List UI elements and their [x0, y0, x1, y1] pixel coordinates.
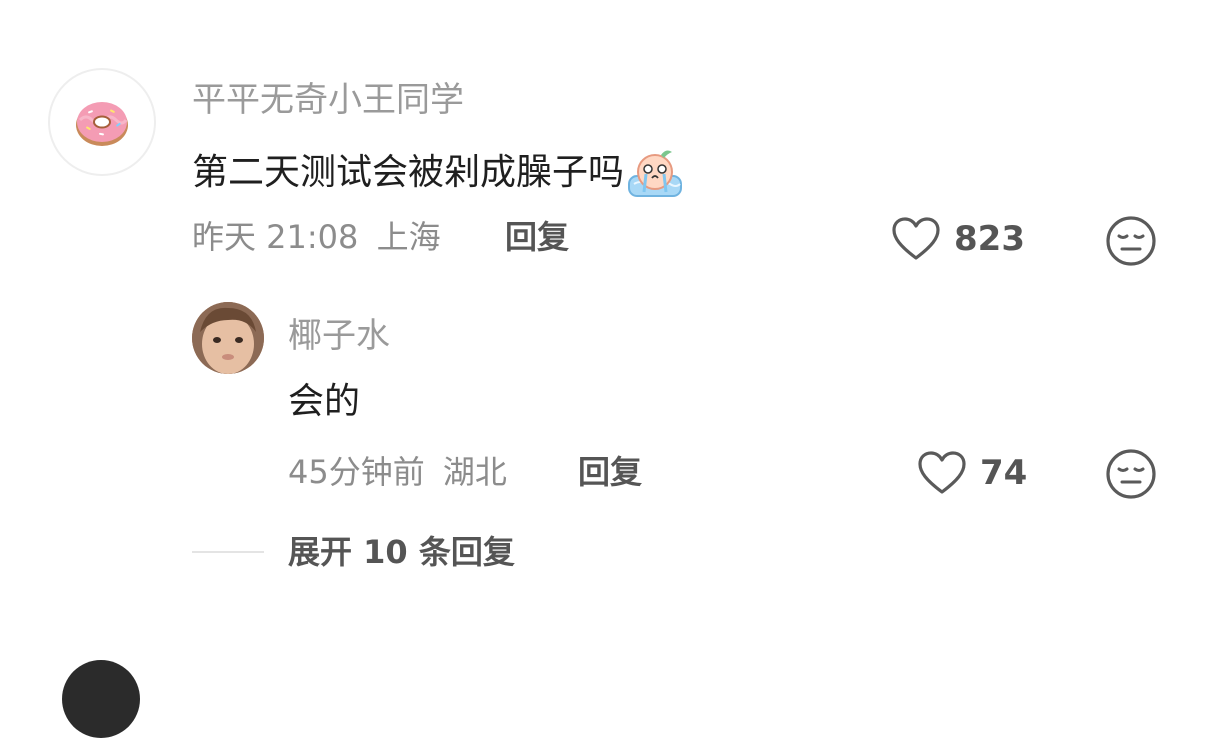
- expand-divider: [192, 551, 264, 553]
- meh-face-icon: [1106, 216, 1156, 266]
- comment-meta: 昨天 21:08 上海: [192, 217, 441, 257]
- reply-avatar[interactable]: [192, 302, 264, 374]
- next-comment-avatar[interactable]: [62, 660, 140, 738]
- like-button[interactable]: 823: [890, 216, 1025, 262]
- child-face-avatar: [192, 302, 264, 374]
- avatar[interactable]: [48, 68, 156, 176]
- comment-text: 第二天测试会被剁成臊子吗: [192, 152, 625, 193]
- expand-replies-button[interactable]: 展开 10 条回复: [288, 532, 515, 572]
- heart-outline-icon: [918, 451, 966, 494]
- reply-like-count: 74: [980, 453, 1028, 493]
- dislike-button[interactable]: [1105, 215, 1157, 271]
- reply-text: 会的: [288, 381, 361, 422]
- comment-time: 昨天 21:08: [192, 218, 359, 256]
- reply-location: 湖北: [442, 453, 507, 491]
- reply-like-button[interactable]: 74: [916, 450, 1027, 496]
- heart-outline-icon: [892, 217, 940, 260]
- reply-meta: 45分钟前 湖北: [288, 452, 507, 492]
- reply-reply-button[interactable]: 回复: [578, 452, 642, 492]
- comment-location: 上海: [376, 218, 441, 256]
- reply-time: 45分钟前: [288, 453, 425, 491]
- reply-button[interactable]: 回复: [505, 217, 569, 257]
- like-count: 823: [954, 219, 1025, 259]
- crying-emoji-icon: [628, 150, 683, 197]
- reply-dislike-button[interactable]: [1105, 448, 1157, 504]
- meh-face-icon: [1106, 449, 1156, 499]
- comment-text-row: 第二天测试会被剁成臊子吗: [192, 146, 684, 200]
- donut-icon: [76, 102, 128, 146]
- reply-username[interactable]: 椰子水: [288, 316, 390, 356]
- comment-username[interactable]: 平平无奇小王同学: [192, 80, 464, 120]
